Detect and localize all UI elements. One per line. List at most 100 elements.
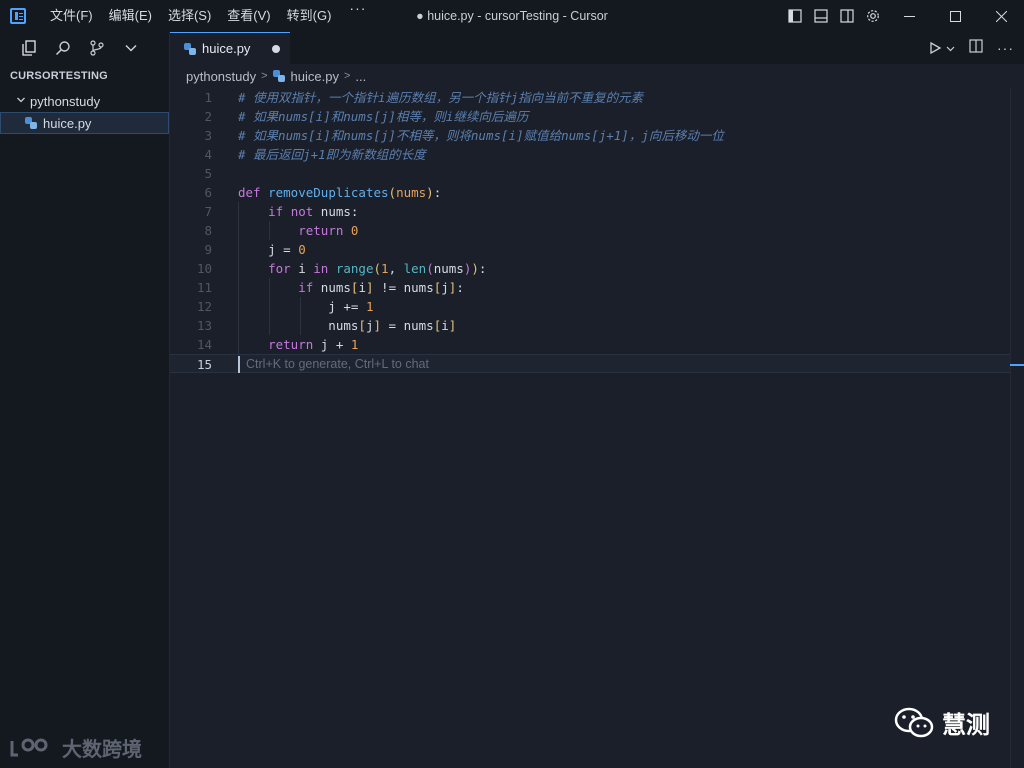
code-line[interactable]: 11 if nums[i] != nums[j]: (170, 278, 1010, 297)
code-line[interactable]: 14 return j + 1 (170, 335, 1010, 354)
code-text: if not nums: (268, 204, 359, 219)
code-line[interactable]: 3 # 如果nums[i]和nums[j]不相等，则将nums[i]赋值给nums… (170, 126, 1010, 145)
search-icon[interactable] (54, 39, 72, 57)
menu-edit[interactable]: 编辑(E) (101, 0, 160, 32)
code-text: j = 0 (238, 242, 306, 257)
code-line[interactable]: 4 # 最后返回j+1即为新数组的长度 (170, 145, 1010, 164)
watermark-left: 大数跨境 (10, 733, 142, 762)
breadcrumb-symbol[interactable]: ... (355, 69, 366, 84)
line-number: 11 (196, 280, 212, 295)
activity-bar (0, 32, 169, 64)
sidebar: CURSORTESTING pythonstudy huice.py (0, 32, 170, 768)
watermark-logo-icon (10, 738, 48, 756)
chevron-down-icon[interactable] (122, 39, 140, 57)
breadcrumb-folder[interactable]: pythonstudy (186, 69, 256, 84)
code-text: # 如果nums[i]和nums[j]相等，则i继续向后遍历 (238, 109, 529, 124)
run-dropdown-chevron-icon (946, 46, 955, 51)
line-number: 5 (204, 166, 212, 181)
code-text: return j + 1 (268, 337, 359, 352)
maximize-button[interactable] (932, 0, 978, 32)
tree-folder-pythonstudy[interactable]: pythonstudy (0, 90, 169, 112)
code-text: nums[j] = nums[i] (238, 318, 457, 333)
breadcrumb-file[interactable]: huice.py (291, 69, 339, 84)
line-number: 2 (204, 109, 212, 124)
code-line[interactable]: 15 Ctrl+K to generate, Ctrl+L to chat (170, 354, 1010, 373)
line-number: 3 (204, 128, 212, 143)
minimize-button[interactable] (886, 0, 932, 32)
python-file-icon (184, 42, 196, 55)
line-number: 6 (204, 185, 212, 200)
indent-guide (300, 297, 301, 335)
line-number: 14 (196, 337, 212, 352)
line-number: 7 (204, 204, 212, 219)
indent-guide (238, 202, 239, 354)
tree-file-huice[interactable]: huice.py (0, 112, 169, 134)
code-text: for i in range(1, len(nums)): (268, 261, 487, 276)
code-line[interactable]: 10 for i in range(1, len(nums)): (170, 259, 1010, 278)
line-number: 1 (204, 90, 212, 105)
menu-file[interactable]: 文件(F) (42, 0, 101, 32)
line-number: 9 (204, 242, 212, 257)
indent-guide (269, 278, 270, 335)
menu-bar: 文件(F) 编辑(E) 选择(S) 查看(V) 转到(G) ··· (42, 0, 376, 32)
code-text: # 最后返回j+1即为新数组的长度 (238, 147, 426, 162)
watermark-left-text: 大数跨境 (62, 739, 142, 761)
code-line[interactable]: 7 if not nums: (170, 202, 1010, 221)
unsaved-dot-icon[interactable] (272, 45, 280, 53)
explorer-files-icon[interactable] (20, 39, 38, 57)
code-line[interactable]: 13 nums[j] = nums[i] (170, 316, 1010, 335)
breadcrumb-chevron-icon: > (261, 70, 268, 82)
menu-more-button[interactable]: ··· (339, 0, 376, 32)
run-python-file-icon[interactable] (928, 41, 955, 55)
tab-label: huice.py (202, 41, 251, 56)
line-number: 15 (196, 357, 212, 372)
explorer-section-title[interactable]: CURSORTESTING (0, 64, 169, 88)
watermark-right-text: 慧测 (942, 712, 990, 739)
python-file-icon (25, 117, 37, 129)
editor-scrollbar[interactable] (1010, 88, 1024, 768)
toggle-panel-icon[interactable] (808, 0, 834, 32)
code-text: if nums[i] != nums[j]: (298, 280, 464, 295)
code-line[interactable]: 6 def removeDuplicates(nums): (170, 183, 1010, 202)
source-control-icon[interactable] (88, 39, 106, 57)
toggle-secondary-sidebar-icon[interactable] (834, 0, 860, 32)
code-text: j += 1 (238, 299, 374, 314)
text-cursor (238, 356, 240, 373)
tab-bar: huice.py ··· (170, 32, 1024, 64)
indent-guide (269, 221, 270, 240)
scrollbar-cursor-marker (1010, 364, 1024, 366)
breadcrumb: pythonstudy > huice.py > ... (170, 64, 1024, 88)
python-file-icon (272, 70, 285, 82)
ai-inline-hint: Ctrl+K to generate, Ctrl+L to chat (246, 357, 429, 371)
menu-view[interactable]: 查看(V) (219, 0, 278, 32)
watermark-right: 慧测 (894, 705, 990, 740)
code-line[interactable]: 5 (170, 164, 1010, 183)
folder-label: pythonstudy (30, 93, 101, 109)
code-editor[interactable]: 1 # 使用双指针，一个指针i遍历数组，另一个指针j指向当前不重复的元素 2 # 如果… (170, 88, 1010, 768)
line-number: 4 (204, 147, 212, 162)
line-number: 12 (196, 299, 212, 314)
settings-gear-icon[interactable] (860, 0, 886, 32)
breadcrumb-chevron-icon: > (343, 70, 351, 82)
code-text: # 使用双指针，一个指针i遍历数组，另一个指针j指向当前不重复的元素 (238, 90, 644, 105)
folder-expand-chevron-icon (16, 95, 30, 108)
menu-go[interactable]: 转到(G) (279, 0, 340, 32)
more-actions-icon[interactable]: ··· (997, 40, 1014, 56)
code-line[interactable]: 8 return 0 (170, 221, 1010, 240)
code-line[interactable]: 2 # 如果nums[i]和nums[j]相等，则i继续向后遍历 (170, 107, 1010, 126)
code-text: # 如果nums[i]和nums[j]不相等，则将nums[i]赋值给nums[… (238, 128, 724, 143)
code-line[interactable]: 1 # 使用双指针，一个指针i遍历数组，另一个指针j指向当前不重复的元素 (170, 88, 1010, 107)
title-bar: 文件(F) 编辑(E) 选择(S) 查看(V) 转到(G) ··· ● huic… (0, 0, 1024, 32)
file-label: huice.py (43, 115, 92, 131)
code-text: def removeDuplicates(nums): (238, 185, 442, 200)
wechat-icon (894, 707, 934, 737)
toggle-primary-sidebar-icon[interactable] (782, 0, 808, 32)
code-line[interactable]: 12 j += 1 (170, 297, 1010, 316)
code-text: return 0 (298, 223, 359, 238)
close-button[interactable] (978, 0, 1024, 32)
code-line[interactable]: 9 j = 0 (170, 240, 1010, 259)
menu-selection[interactable]: 选择(S) (160, 0, 219, 32)
split-editor-icon[interactable] (969, 38, 983, 58)
cursor-logo-icon (10, 8, 26, 24)
tab-huice-py[interactable]: huice.py (170, 32, 290, 64)
